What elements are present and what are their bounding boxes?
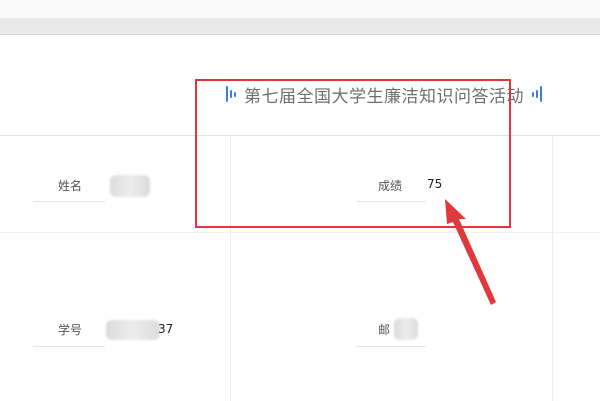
name-value-redacted — [110, 175, 150, 197]
row-divider — [0, 232, 600, 233]
email-label: 邮 — [378, 323, 391, 337]
email-value-redacted — [394, 318, 418, 340]
column-divider — [552, 136, 553, 401]
student-id-label: 学号 — [58, 323, 83, 337]
student-id-underline — [33, 346, 105, 347]
name-label: 姓名 — [58, 179, 83, 193]
student-id-redacted — [106, 320, 160, 340]
top-strip — [0, 0, 600, 18]
sound-wave-right-icon — [532, 84, 542, 104]
email-underline — [356, 346, 426, 347]
top-bar — [0, 18, 600, 35]
student-id-partial: 37 — [158, 322, 174, 336]
name-underline — [33, 201, 105, 202]
highlight-box — [195, 79, 511, 228]
